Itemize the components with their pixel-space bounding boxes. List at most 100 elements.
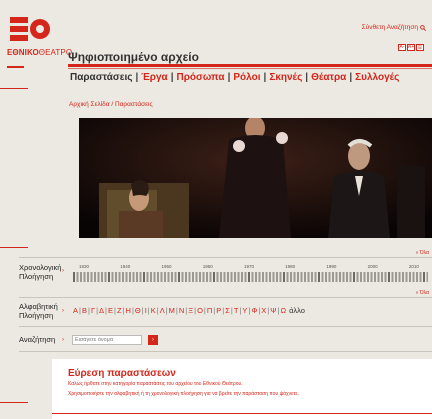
year-tick[interactable] xyxy=(213,272,215,282)
year-tick[interactable] xyxy=(185,272,187,282)
year-tick[interactable] xyxy=(377,272,380,282)
year-tick[interactable] xyxy=(328,272,331,282)
year-tick[interactable] xyxy=(258,272,261,282)
year-tick[interactable] xyxy=(227,272,229,282)
year-tick[interactable] xyxy=(237,272,240,282)
year-tick[interactable] xyxy=(398,272,401,282)
advanced-search-link[interactable]: Σύνθετη Αναζήτηση xyxy=(362,24,426,31)
year-tick[interactable] xyxy=(160,272,163,282)
nav-item-roles[interactable]: Ρόλοι xyxy=(233,72,260,83)
letter-other-link[interactable]: άλλο xyxy=(289,306,305,315)
year-tick[interactable] xyxy=(146,272,149,282)
year-label[interactable]: 1970 xyxy=(244,264,254,269)
year-tick[interactable] xyxy=(314,272,317,282)
year-tick[interactable] xyxy=(206,272,208,282)
year-tick[interactable] xyxy=(405,272,408,282)
year-tick[interactable] xyxy=(391,272,394,282)
breadcrumb[interactable]: Αρχική Σελίδα / Παραστάσεις xyxy=(69,101,153,108)
year-tick[interactable] xyxy=(388,272,390,282)
nav-item-works[interactable]: Έργα xyxy=(141,72,167,83)
nav-item-stages[interactable]: Σκηνές xyxy=(269,72,302,83)
increase-font-button[interactable]: A+ xyxy=(407,44,415,51)
search-button[interactable]: › xyxy=(148,335,158,345)
year-tick[interactable] xyxy=(283,272,285,282)
year-tick[interactable] xyxy=(118,272,121,282)
year-tick[interactable] xyxy=(402,272,404,282)
year-tick[interactable] xyxy=(244,272,247,282)
year-tick[interactable] xyxy=(181,272,184,282)
year-tick[interactable] xyxy=(104,272,107,282)
year-tick[interactable] xyxy=(409,272,411,282)
year-tick[interactable] xyxy=(360,272,362,282)
year-tick[interactable] xyxy=(381,272,383,282)
year-tick[interactable] xyxy=(87,272,89,282)
year-tick[interactable] xyxy=(115,272,117,282)
year-tick[interactable] xyxy=(223,272,226,282)
year-tick[interactable] xyxy=(164,272,166,282)
year-label[interactable]: 1950 xyxy=(161,264,171,269)
year-label[interactable]: 1990 xyxy=(326,264,336,269)
year-tick[interactable] xyxy=(269,272,271,282)
year-tick[interactable] xyxy=(276,272,278,282)
year-tick[interactable] xyxy=(202,272,205,282)
nav-item-people[interactable]: Πρόσωπα xyxy=(177,72,225,83)
year-tick[interactable] xyxy=(251,272,254,282)
year-tick[interactable] xyxy=(241,272,243,282)
year-label[interactable]: 1930 xyxy=(79,264,89,269)
year-label[interactable]: 2010 xyxy=(409,264,419,269)
year-tick[interactable] xyxy=(300,272,303,282)
year-tick[interactable] xyxy=(412,272,415,282)
year-tick[interactable] xyxy=(426,272,429,282)
year-tick[interactable] xyxy=(419,272,422,282)
year-tick[interactable] xyxy=(90,272,93,282)
year-tick[interactable] xyxy=(157,272,159,282)
year-tick[interactable] xyxy=(76,272,79,282)
year-tick[interactable] xyxy=(297,272,299,282)
year-tick[interactable] xyxy=(73,272,75,282)
year-tick[interactable] xyxy=(290,272,292,282)
year-tick[interactable] xyxy=(325,272,327,282)
year-tick[interactable] xyxy=(178,272,180,282)
year-tick[interactable] xyxy=(167,272,170,282)
year-tick[interactable] xyxy=(108,272,110,282)
year-tick[interactable] xyxy=(307,272,310,282)
year-tick[interactable] xyxy=(80,272,82,282)
year-label[interactable]: 1940 xyxy=(120,264,130,269)
year-tick[interactable] xyxy=(265,272,268,282)
letter-link[interactable]: Ω xyxy=(280,306,286,315)
alpha-all-link[interactable]: » Όλα xyxy=(416,290,429,296)
year-tick[interactable] xyxy=(129,272,131,282)
year-tick[interactable] xyxy=(174,272,177,282)
print-icon[interactable]: ⎙ xyxy=(416,44,424,51)
year-tick[interactable] xyxy=(136,272,138,282)
year-tick[interactable] xyxy=(279,272,282,282)
year-tick[interactable] xyxy=(370,272,373,282)
year-tick[interactable] xyxy=(262,272,264,282)
year-tick[interactable] xyxy=(335,272,338,282)
year-tick[interactable] xyxy=(356,272,359,282)
year-tick[interactable] xyxy=(318,272,320,282)
year-tick[interactable] xyxy=(94,272,96,282)
year-tick[interactable] xyxy=(122,272,124,282)
year-tick[interactable] xyxy=(83,272,86,282)
year-tick[interactable] xyxy=(384,272,387,282)
year-tick[interactable] xyxy=(111,272,114,282)
year-tick[interactable] xyxy=(416,272,418,282)
year-tick[interactable] xyxy=(342,272,345,282)
year-tick[interactable] xyxy=(97,272,100,282)
year-tick[interactable] xyxy=(125,272,128,282)
year-tick[interactable] xyxy=(346,272,348,282)
nav-item-performances[interactable]: Παραστάσεις xyxy=(70,72,132,83)
year-tick[interactable] xyxy=(311,272,313,282)
timeline-bars[interactable] xyxy=(73,271,428,283)
year-tick[interactable] xyxy=(171,272,173,282)
year-tick[interactable] xyxy=(234,272,236,282)
year-tick[interactable] xyxy=(349,272,352,282)
year-tick[interactable] xyxy=(188,272,191,282)
year-tick[interactable] xyxy=(332,272,334,282)
year-tick[interactable] xyxy=(216,272,219,282)
year-tick[interactable] xyxy=(248,272,250,282)
year-tick[interactable] xyxy=(286,272,289,282)
year-tick[interactable] xyxy=(255,272,257,282)
year-tick[interactable] xyxy=(209,272,212,282)
